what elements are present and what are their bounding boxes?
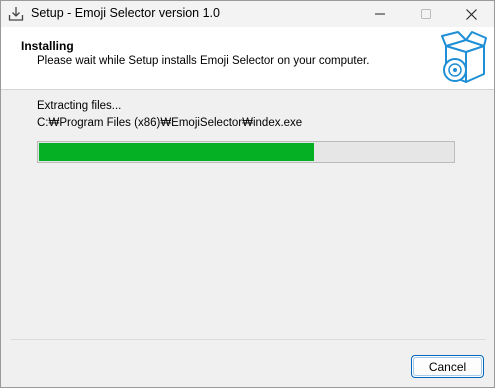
maximize-button[interactable] — [403, 1, 449, 27]
install-progress-bar — [37, 141, 455, 163]
cancel-button[interactable]: Cancel — [411, 355, 484, 378]
install-box-cd-icon — [438, 30, 488, 86]
close-button[interactable] — [448, 1, 494, 27]
maximize-icon — [421, 9, 431, 19]
wizard-header: Installing Please wait while Setup insta… — [1, 27, 494, 90]
current-file-path: C:₩Program Files (x86)₩EmojiSelector₩ind… — [37, 117, 303, 129]
setup-window: Setup - Emoji Selector version 1.0 Insta… — [0, 0, 495, 388]
download-tray-icon — [8, 6, 24, 22]
progress-fill — [39, 143, 314, 161]
window-title: Setup - Emoji Selector version 1.0 — [31, 6, 220, 20]
status-text: Extracting files... — [37, 100, 122, 112]
title-bar[interactable]: Setup - Emoji Selector version 1.0 — [1, 1, 494, 27]
close-icon — [465, 8, 477, 20]
page-title: Installing — [21, 39, 74, 53]
page-subtitle: Please wait while Setup installs Emoji S… — [37, 55, 370, 67]
minimize-button[interactable] — [357, 1, 403, 27]
minimize-icon — [375, 9, 385, 19]
footer-divider — [11, 339, 486, 340]
